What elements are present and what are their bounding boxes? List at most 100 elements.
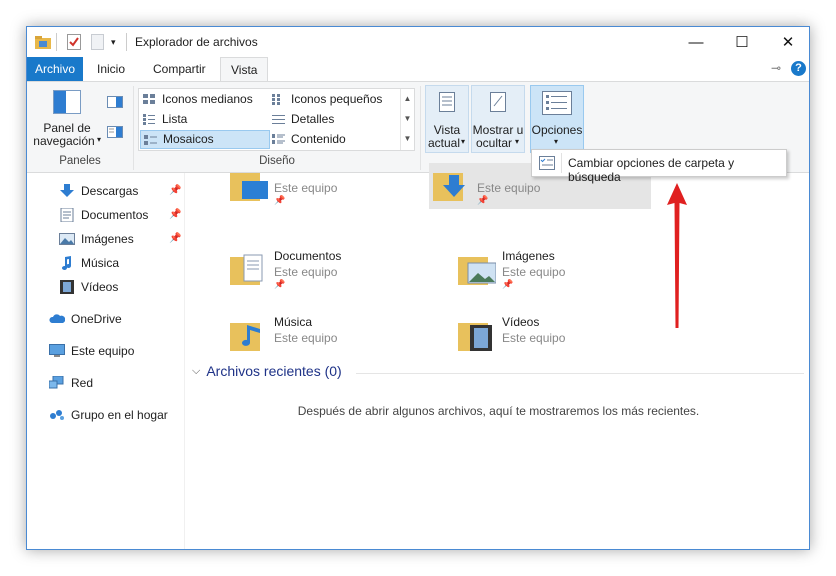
recent-files-header[interactable]: ⌵ Archivos recientes (0) bbox=[192, 363, 342, 379]
change-folder-options-item[interactable]: Cambiar opciones de carpeta y búsqueda bbox=[533, 151, 785, 184]
window-title: Explorador de archivos bbox=[135, 35, 258, 49]
layout-content-label: Contenido bbox=[291, 132, 346, 146]
options-icon bbox=[542, 91, 572, 118]
layout-tiles-label: Mosaicos bbox=[163, 132, 214, 146]
nav-label-grupo-hogar: Grupo en el hogar bbox=[71, 408, 168, 422]
small-icons-icon bbox=[272, 94, 280, 105]
nav-pane-label-2: navegación bbox=[33, 134, 95, 148]
content-icon bbox=[272, 134, 285, 144]
layout-tiles[interactable]: Mosaicos bbox=[140, 130, 270, 149]
show-hide-button[interactable]: Mostrar u ocultar ▾ bbox=[471, 85, 525, 153]
preview-pane-icon[interactable] bbox=[107, 96, 123, 111]
help-icon[interactable]: ? bbox=[791, 61, 806, 76]
nav-item-red[interactable]: Red bbox=[49, 373, 93, 393]
title-separator bbox=[126, 33, 127, 51]
panes-group-label: Paneles bbox=[59, 155, 101, 167]
nav-label-musica: Música bbox=[81, 256, 120, 270]
pin-icon: 📌 bbox=[502, 279, 514, 289]
close-button[interactable]: ✕ bbox=[765, 27, 809, 57]
nav-item-este-equipo[interactable]: Este equipo bbox=[49, 341, 134, 361]
quick-access-separator bbox=[56, 33, 57, 51]
videos-folder-icon bbox=[458, 323, 492, 351]
layout-details-label: Detalles bbox=[291, 112, 335, 126]
documents-folder-icon bbox=[230, 254, 263, 285]
folder-name: Música bbox=[274, 315, 313, 329]
show-hide-icon bbox=[487, 91, 509, 116]
tab-inicio[interactable]: Inicio bbox=[87, 57, 135, 81]
videos-icon bbox=[60, 280, 74, 294]
layout-small-icons-label: Iconos pequeños bbox=[291, 92, 383, 106]
gallery-scrollbar[interactable]: ▲ ▼ ▼ bbox=[400, 89, 414, 150]
options-dropdown-menu: Cambiar opciones de carpeta y búsqueda bbox=[531, 149, 787, 184]
folder-name: Vídeos bbox=[502, 315, 540, 329]
pin-ribbon-icon[interactable]: ⊸ bbox=[771, 61, 781, 75]
network-icon bbox=[49, 376, 64, 389]
folder-options-icon bbox=[539, 156, 555, 170]
show-hide-label-2: ocultar bbox=[475, 136, 513, 150]
ribbon-tabs: Archivo Inicio Compartir Vista ⊸ ? bbox=[27, 57, 809, 82]
folder-location: Este equipo bbox=[274, 331, 338, 345]
details-pane-icon[interactable] bbox=[107, 126, 123, 141]
documents-icon bbox=[60, 208, 74, 222]
pictures-folder-icon bbox=[458, 257, 496, 285]
pin-icon: 📌 bbox=[169, 209, 182, 220]
nav-item-onedrive[interactable]: OneDrive bbox=[49, 309, 122, 329]
pin-icon: 📌 bbox=[477, 195, 489, 205]
navigation-pane-button[interactable]: Panel de navegación ▾ bbox=[33, 86, 101, 152]
folder-name: Documentos bbox=[274, 249, 342, 263]
layout-content[interactable]: Contenido bbox=[269, 130, 399, 149]
folder-location: Este equipo bbox=[477, 181, 541, 195]
explorer-window: ▾ Explorador de archivos — ☐ ✕ Archivo I… bbox=[26, 26, 810, 550]
recent-empty-message: Después de abrir algunos archivos, aquí … bbox=[297, 404, 700, 418]
nav-item-documentos[interactable]: Documentos bbox=[59, 205, 148, 225]
folder-tile-videos[interactable]: Vídeos Este equipo bbox=[454, 313, 676, 359]
layout-list[interactable]: Lista bbox=[140, 110, 270, 129]
navigation-pane-icon bbox=[53, 90, 81, 117]
new-folder-icon[interactable] bbox=[91, 33, 104, 51]
current-view-label-2: actual bbox=[427, 136, 461, 150]
properties-icon[interactable] bbox=[67, 33, 81, 51]
nav-item-grupo-hogar[interactable]: Grupo en el hogar bbox=[49, 405, 168, 425]
layout-medium-icons[interactable]: Iconos medianos bbox=[140, 90, 270, 109]
options-chevron-icon: ▾ bbox=[554, 137, 559, 146]
desktop-folder-icon bbox=[230, 173, 268, 201]
music-note-icon bbox=[62, 256, 71, 270]
nav-pane-chevron-icon: ▾ bbox=[97, 135, 102, 144]
nav-item-musica[interactable]: Música bbox=[59, 253, 119, 273]
current-view-button[interactable]: Vista actual ▾ bbox=[425, 85, 469, 153]
tab-compartir[interactable]: Compartir bbox=[143, 57, 216, 81]
minimize-button[interactable]: — bbox=[673, 27, 719, 57]
gallery-expand-icon[interactable]: ▼ bbox=[401, 129, 414, 149]
tab-archivo[interactable]: Archivo bbox=[27, 57, 83, 81]
folder-tile-documentos[interactable]: Documentos Este equipo 📌 bbox=[226, 247, 448, 293]
layout-gallery: Iconos medianos Iconos pequeños Lista De… bbox=[138, 88, 415, 151]
title-bar: ▾ Explorador de archivos — ☐ ✕ bbox=[27, 27, 809, 57]
ribbon-separator bbox=[133, 86, 134, 170]
layout-medium-icons-label: Iconos medianos bbox=[162, 92, 253, 106]
nav-item-descargas[interactable]: Descargas bbox=[59, 181, 138, 201]
gallery-scroll-up-icon[interactable]: ▲ bbox=[401, 89, 414, 109]
layout-details[interactable]: Detalles bbox=[269, 110, 399, 129]
nav-item-imagenes[interactable]: Imágenes bbox=[59, 229, 134, 249]
folder-location: Este equipo bbox=[274, 181, 338, 195]
options-button[interactable]: Opciones ▾ bbox=[530, 85, 584, 153]
folder-tile[interactable]: Este equipo 📌 bbox=[226, 163, 448, 209]
music-folder-icon bbox=[230, 323, 260, 351]
pin-icon: 📌 bbox=[274, 195, 286, 205]
folder-tile-imagenes[interactable]: Imágenes Este equipo 📌 bbox=[454, 247, 676, 293]
content-pane: Este equipo 📌 Este equipo 📌 Documentos E… bbox=[186, 163, 809, 549]
tab-vista[interactable]: Vista bbox=[220, 57, 269, 82]
folder-location: Este equipo bbox=[502, 265, 566, 279]
maximize-button[interactable]: ☐ bbox=[719, 27, 765, 57]
nav-item-videos[interactable]: Vídeos bbox=[59, 277, 118, 297]
current-view-icon bbox=[436, 91, 458, 116]
pin-icon: 📌 bbox=[274, 279, 286, 289]
layout-small-icons[interactable]: Iconos pequeños bbox=[269, 90, 399, 109]
customize-qa-chevron-icon[interactable]: ▾ bbox=[111, 33, 116, 51]
folder-tile-musica[interactable]: Música Este equipo bbox=[226, 313, 448, 359]
download-arrow-icon bbox=[60, 184, 74, 197]
nav-label-red: Red bbox=[71, 376, 94, 390]
pictures-icon bbox=[59, 233, 75, 245]
gallery-scroll-down-icon[interactable]: ▼ bbox=[401, 109, 414, 129]
annotation-arrow-icon bbox=[667, 183, 687, 328]
